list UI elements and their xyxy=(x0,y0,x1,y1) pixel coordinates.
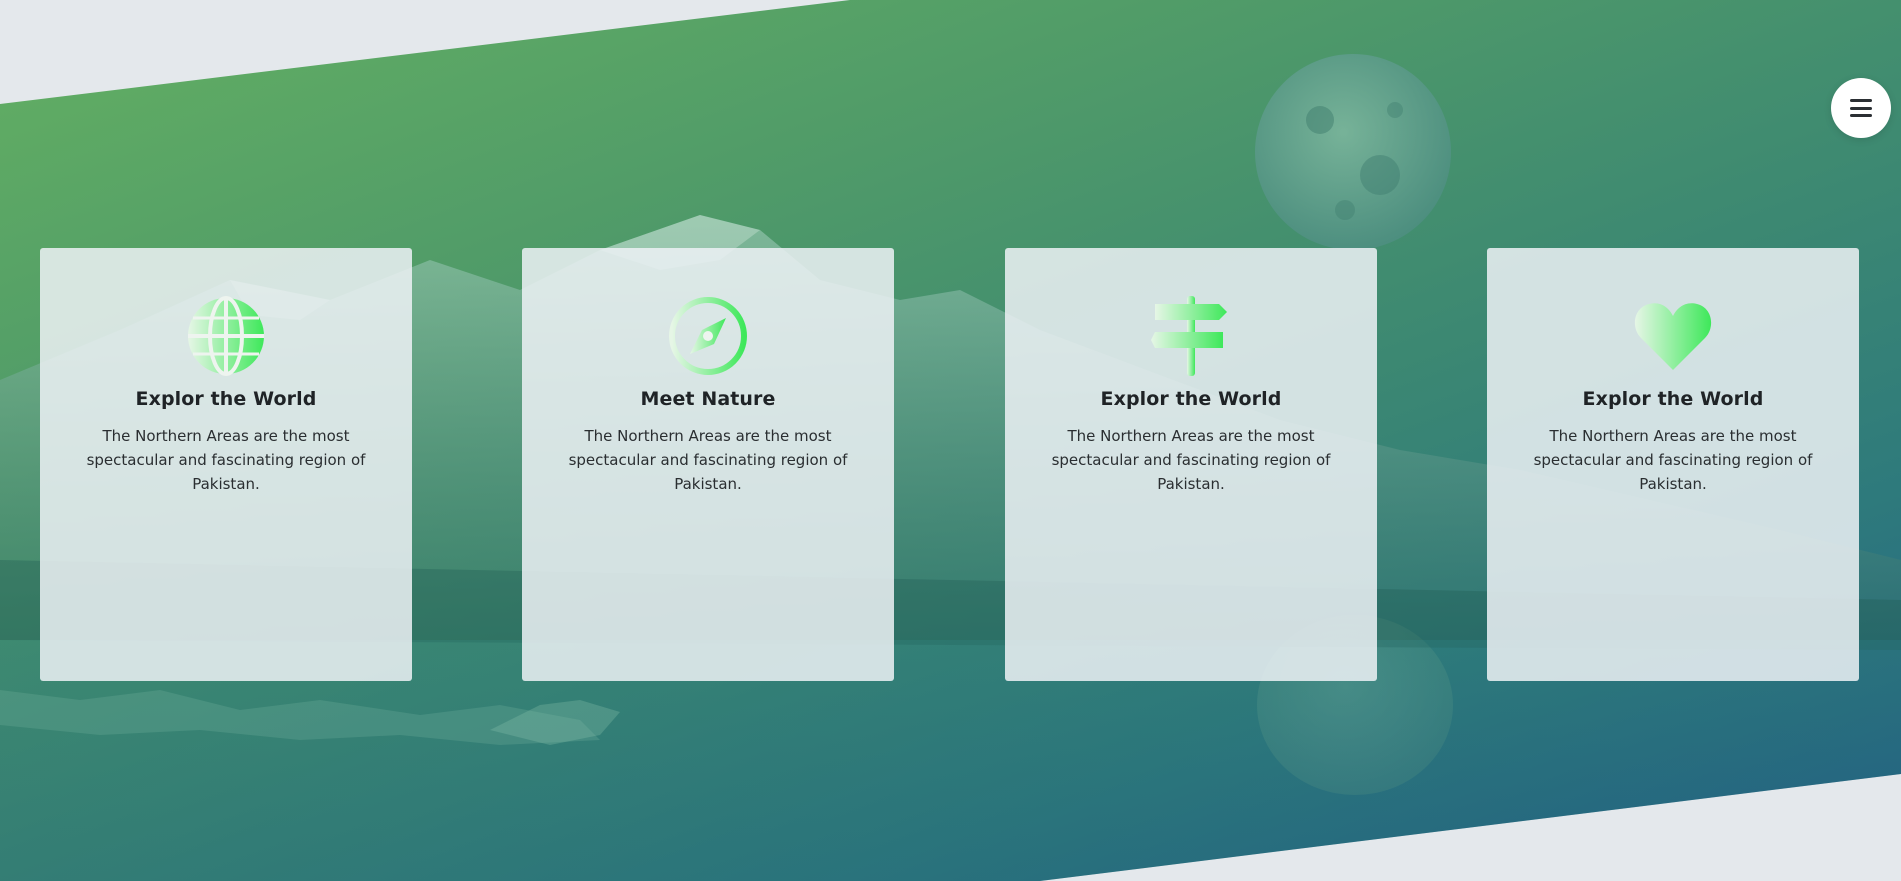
card-description: The Northern Areas are the most spectacu… xyxy=(568,427,848,493)
card-description: The Northern Areas are the most spectacu… xyxy=(1533,427,1813,493)
feature-card-meet-nature: Meet Nature The Northern Areas are the m… xyxy=(522,248,894,681)
card-title: Explor the World xyxy=(135,388,317,410)
card-title: Explor the World xyxy=(1100,388,1282,410)
feature-card-explore-world-1: Explor the World The Northern Areas are … xyxy=(40,248,412,681)
menu-button[interactable] xyxy=(1831,78,1891,138)
page: Explor the World The Northern Areas are … xyxy=(0,0,1901,881)
card-description: The Northern Areas are the most spectacu… xyxy=(86,427,366,493)
card-title: Meet Nature xyxy=(640,388,776,410)
heart-icon xyxy=(1634,303,1712,370)
feature-card-explore-world-3: Explor the World The Northern Areas are … xyxy=(1487,248,1859,681)
globe-icon xyxy=(188,296,264,376)
hamburger-menu-icon xyxy=(1850,99,1872,117)
signpost-icon xyxy=(1151,296,1227,376)
card-title: Explor the World xyxy=(1582,388,1764,410)
feature-card-explore-world-2: Explor the World The Northern Areas are … xyxy=(1005,248,1377,681)
compass-icon xyxy=(669,297,747,375)
card-description: The Northern Areas are the most spectacu… xyxy=(1051,427,1331,493)
